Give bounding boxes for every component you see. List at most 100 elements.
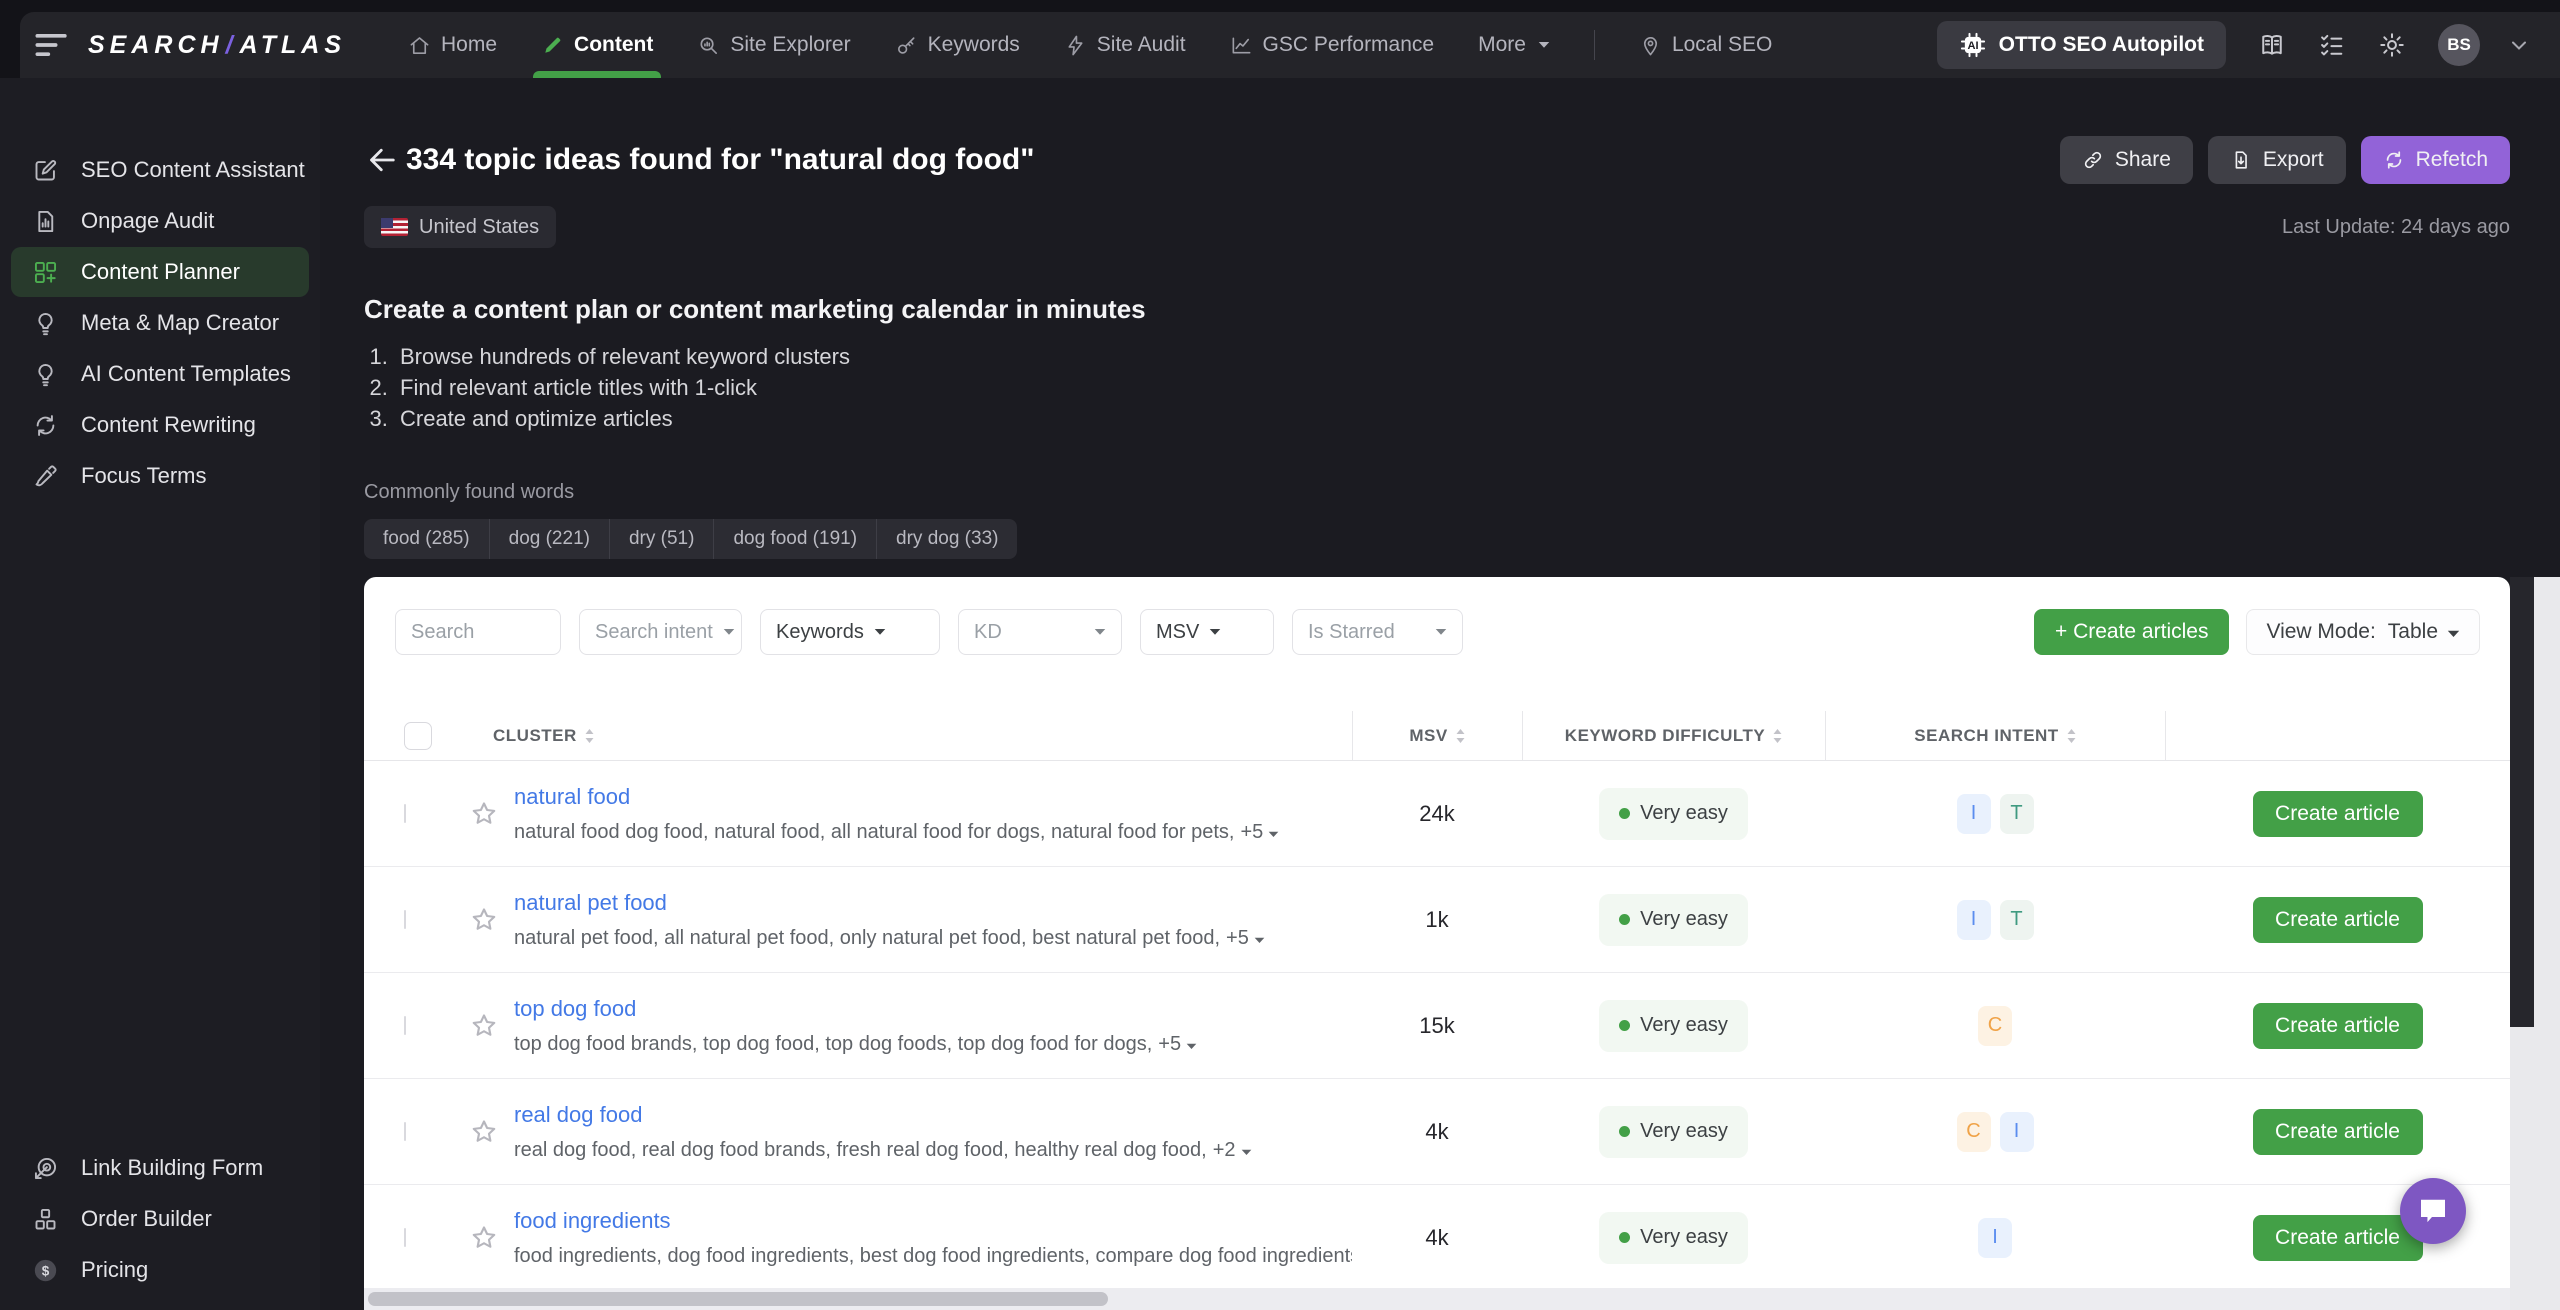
- filter-dropdown-is-starred[interactable]: Is Starred: [1292, 609, 1463, 655]
- sidebar-item-content-rewriting[interactable]: Content Rewriting: [11, 400, 309, 450]
- sidebar-item-ai-content-templates[interactable]: AI Content Templates: [11, 349, 309, 399]
- cluster-keywords: food ingredients, dog food ingredients, …: [514, 1245, 1352, 1268]
- site-explorer-icon: [697, 34, 720, 57]
- docs-book-icon[interactable]: [2258, 31, 2286, 59]
- cluster-link[interactable]: real dog food: [514, 1102, 642, 1128]
- sidebar-item-meta-map-creator[interactable]: Meta & Map Creator: [11, 298, 309, 348]
- nav-item-site-audit[interactable]: Site Audit: [1064, 12, 1186, 78]
- intro-step: Create and optimize articles: [394, 406, 2510, 437]
- sidebar-item-link-building-form[interactable]: Link Building Form: [11, 1143, 309, 1193]
- row-checkbox-cell: [364, 1227, 454, 1247]
- word-chip[interactable]: dry dog (33): [877, 519, 1018, 559]
- main-area: 334 topic ideas found for "natural dog f…: [320, 78, 2560, 1310]
- create-article-button[interactable]: Create article: [2252, 1108, 2423, 1155]
- header-actions: Share Export Refetch: [2059, 136, 2510, 184]
- vertical-scrollbar-thumb[interactable]: [2510, 577, 2534, 1027]
- cluster-keywords-text: natural pet food, all natural pet food, …: [514, 926, 1221, 949]
- create-article-button[interactable]: Create article: [2252, 790, 2423, 837]
- nav-item-more[interactable]: More: [1478, 12, 1550, 78]
- star-icon[interactable]: [469, 1223, 499, 1253]
- otto-seo-autopilot-button[interactable]: AI OTTO SEO Autopilot: [1936, 21, 2226, 69]
- create-article-button[interactable]: Create article: [2252, 1002, 2423, 1049]
- difficulty-badge: Very easy: [1599, 787, 1748, 840]
- star-icon[interactable]: [469, 1117, 499, 1147]
- active-tab-indicator: [533, 71, 662, 78]
- star-icon[interactable]: [469, 905, 499, 935]
- menu-toggle-icon[interactable]: [30, 23, 74, 67]
- create-article-button[interactable]: Create article: [2252, 896, 2423, 943]
- search-input[interactable]: [395, 609, 561, 655]
- column-header-msv[interactable]: MSV: [1352, 711, 1522, 760]
- sidebar-item-focus-terms[interactable]: Focus Terms: [11, 451, 309, 501]
- cluster-link[interactable]: natural pet food: [514, 890, 667, 916]
- msv-value: 4k: [1425, 1118, 1449, 1144]
- create-article-button[interactable]: Create article: [2252, 1214, 2423, 1261]
- chat-widget-button[interactable]: [2400, 1178, 2466, 1244]
- tasks-checklist-icon[interactable]: [2318, 31, 2346, 59]
- sidebar-item-label: Order Builder: [81, 1206, 212, 1231]
- filter-dropdown-kd[interactable]: KD: [958, 609, 1122, 655]
- cluster-link[interactable]: natural food: [514, 784, 630, 810]
- row-star-cell: [454, 905, 514, 935]
- bolt-icon: [1064, 34, 1087, 57]
- row-checkbox[interactable]: [404, 1227, 406, 1247]
- cluster-link[interactable]: food ingredients: [514, 1208, 671, 1234]
- cluster-link[interactable]: top dog food: [514, 996, 636, 1022]
- user-avatar[interactable]: BS: [2438, 24, 2480, 66]
- back-arrow-icon[interactable]: [364, 142, 400, 178]
- nav-item-content[interactable]: Content: [533, 12, 662, 78]
- row-checkbox-cell: [364, 1015, 454, 1035]
- expand-keywords-toggle[interactable]: +5: [1226, 927, 1265, 950]
- difficulty-label: Very easy: [1640, 1014, 1728, 1036]
- sidebar-item-seo-content-assistant[interactable]: SEO Content Assistant: [11, 145, 309, 195]
- sidebar-item-content-planner[interactable]: Content Planner: [11, 247, 309, 297]
- pencil-icon: [541, 34, 564, 57]
- export-button[interactable]: Export: [2207, 136, 2346, 184]
- edit-square-icon: [32, 157, 59, 184]
- refetch-button[interactable]: Refetch: [2360, 136, 2510, 184]
- filter-dropdown-msv[interactable]: MSV: [1140, 609, 1274, 655]
- select-all-checkbox[interactable]: [404, 721, 432, 750]
- nav-item-home[interactable]: Home: [408, 12, 497, 78]
- share-button[interactable]: Share: [2059, 136, 2193, 184]
- word-chip[interactable]: dog food (191): [714, 519, 878, 559]
- more-count: +2: [1212, 1138, 1236, 1161]
- nav-item-site-explorer[interactable]: Site Explorer: [697, 12, 851, 78]
- intent-badge-i: I: [1956, 793, 1991, 834]
- star-icon[interactable]: [469, 799, 499, 829]
- nav-item-gsc-performance[interactable]: GSC Performance: [1230, 12, 1434, 78]
- filter-dropdown-search-intent[interactable]: Search intent: [579, 609, 742, 655]
- expand-keywords-toggle[interactable]: +5: [1241, 821, 1280, 844]
- word-chip[interactable]: dog (221): [489, 519, 610, 559]
- row-checkbox[interactable]: [404, 909, 406, 929]
- bulb-icon: [32, 361, 59, 388]
- sidebar-item-pricing[interactable]: $ Pricing: [11, 1245, 309, 1295]
- horizontal-scrollbar-thumb[interactable]: [368, 1292, 1108, 1306]
- view-mode-select[interactable]: View Mode: Table: [2246, 609, 2480, 655]
- avatar-caret-icon[interactable]: [2512, 41, 2526, 50]
- sidebar-item-onpage-audit[interactable]: Onpage Audit: [11, 196, 309, 246]
- sidebar-item-order-builder[interactable]: Order Builder: [11, 1194, 309, 1244]
- star-icon[interactable]: [469, 1011, 499, 1041]
- row-checkbox[interactable]: [404, 1121, 406, 1141]
- expand-keywords-toggle[interactable]: +2: [1213, 1139, 1252, 1162]
- row-checkbox[interactable]: [404, 1015, 406, 1035]
- word-chip[interactable]: food (285): [364, 519, 490, 559]
- nav-item-keywords[interactable]: Keywords: [895, 12, 1020, 78]
- column-header-search-intent[interactable]: SEARCH INTENT: [1825, 711, 2165, 760]
- column-header-cluster[interactable]: CLUSTER: [454, 711, 1352, 760]
- chevron-down-icon: [1094, 628, 1106, 636]
- create-articles-button[interactable]: + Create articles: [2033, 609, 2230, 655]
- sidebar-main-items: SEO Content Assistant Onpage Audit Content…: [0, 145, 320, 502]
- settings-gear-icon[interactable]: [2378, 31, 2406, 59]
- filter-dropdown-keywords[interactable]: Keywords: [760, 609, 940, 655]
- word-chip[interactable]: dry (51): [609, 519, 715, 559]
- table-row: real dog food real dog food, real dog foo…: [364, 1079, 2510, 1185]
- expand-keywords-toggle[interactable]: +5: [1158, 1033, 1197, 1056]
- column-header-keyword-difficulty[interactable]: KEYWORD DIFFICULTY: [1522, 711, 1825, 760]
- row-checkbox[interactable]: [404, 803, 406, 823]
- cluster-keywords-text: top dog food brands, top dog food, top d…: [514, 1032, 1153, 1055]
- chevron-down-icon: [1538, 41, 1550, 49]
- nav-item-local-seo[interactable]: Local SEO: [1639, 12, 1772, 78]
